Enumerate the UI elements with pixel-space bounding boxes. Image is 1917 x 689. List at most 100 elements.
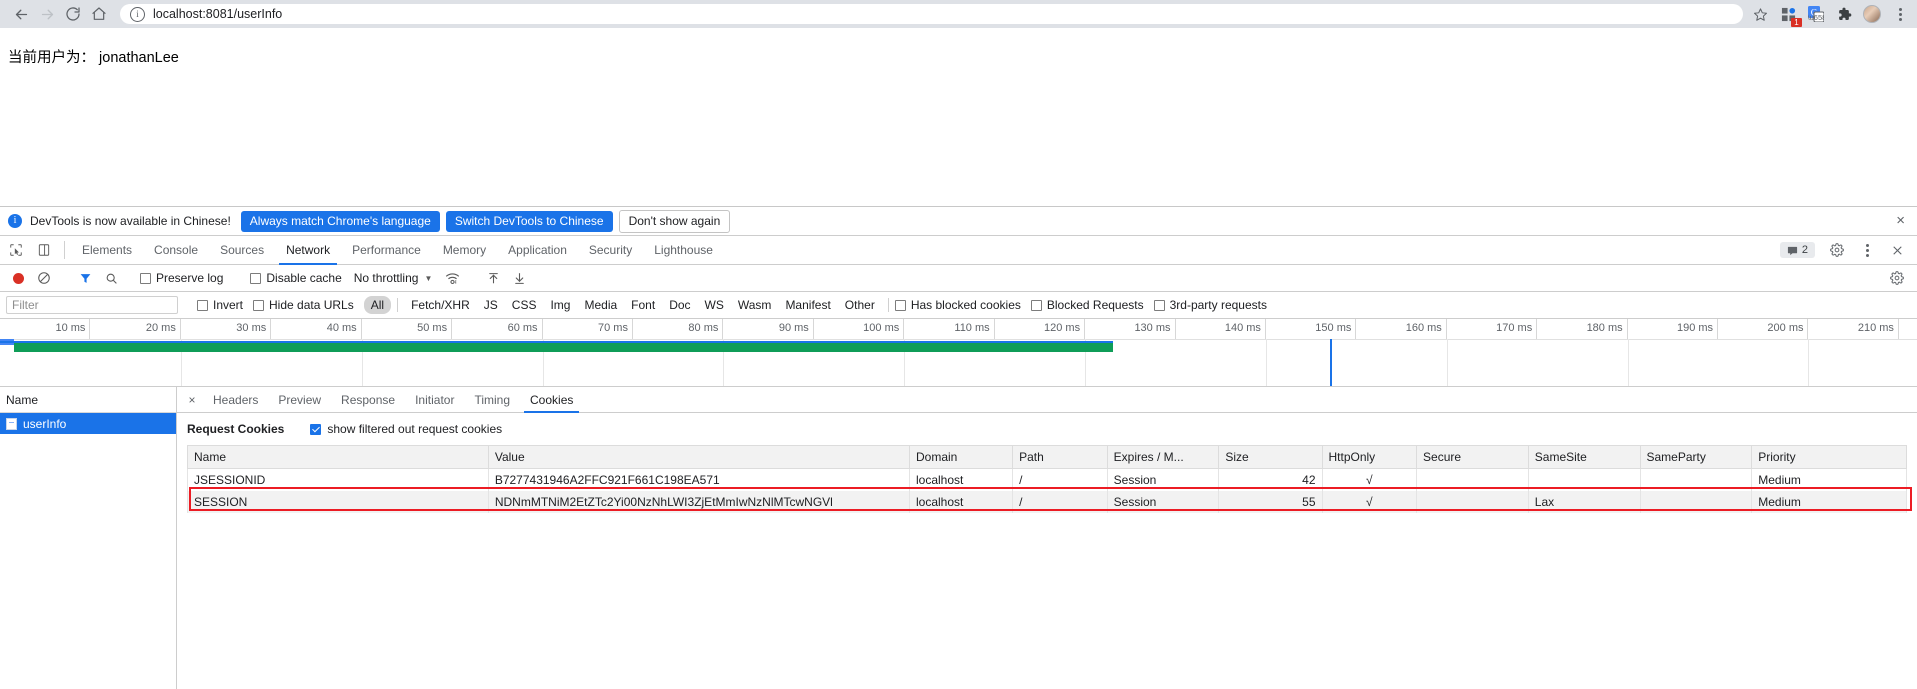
request-list-item-userinfo[interactable]: userInfo <box>0 413 176 434</box>
table-row[interactable]: SESSION NDNmMTNiM2EtZTc2Yi00NzNhLWI3ZjEt… <box>187 491 1907 513</box>
cell-sameparty <box>1639 468 1753 491</box>
import-har-icon[interactable] <box>481 267 505 289</box>
filter-type-img[interactable]: Img <box>543 296 577 314</box>
filter-funnel-icon[interactable] <box>73 267 97 289</box>
detail-tab-cookies[interactable]: Cookies <box>520 387 583 413</box>
cookies-pane: Request Cookies show filtered out reques… <box>177 413 1917 689</box>
filter-input[interactable] <box>6 296 178 314</box>
tab-memory[interactable]: Memory <box>432 236 497 264</box>
filter-type-fetch-xhr[interactable]: Fetch/XHR <box>404 296 477 314</box>
inspect-element-icon[interactable] <box>2 236 30 264</box>
column-size[interactable]: Size <box>1218 445 1323 469</box>
column-httponly[interactable]: HttpOnly <box>1321 445 1418 469</box>
request-detail-tabbar: × Headers Preview Response Initiator Tim… <box>177 387 1917 413</box>
bookmark-star-icon[interactable] <box>1749 3 1771 25</box>
filter-type-media[interactable]: Media <box>577 296 624 314</box>
puzzle-extensions-icon[interactable] <box>1835 5 1853 23</box>
record-button-icon[interactable] <box>6 267 30 289</box>
column-name[interactable]: Name <box>187 445 489 469</box>
invert-checkbox[interactable]: Invert <box>197 298 243 312</box>
filter-type-js[interactable]: JS <box>477 296 505 314</box>
switch-devtools-chinese-button[interactable]: Switch DevTools to Chinese <box>445 210 613 232</box>
throttling-select[interactable]: No throttling <box>354 271 419 285</box>
issues-counter[interactable]: 2 <box>1779 242 1815 258</box>
column-expires[interactable]: Expires / M... <box>1106 445 1220 469</box>
filter-type-wasm[interactable]: Wasm <box>731 296 779 314</box>
request-list-header-name[interactable]: Name <box>0 387 176 413</box>
more-options-icon[interactable] <box>1853 243 1881 257</box>
avatar[interactable] <box>1863 5 1881 23</box>
tab-console[interactable]: Console <box>143 236 209 264</box>
third-party-requests-checkbox[interactable]: 3rd-party requests <box>1153 298 1267 312</box>
hide-data-urls-checkbox[interactable]: Hide data URLs <box>253 298 354 312</box>
checkbox-box <box>894 299 906 311</box>
address-bar[interactable]: i localhost:8081/userInfo <box>120 4 1743 24</box>
filter-type-other[interactable]: Other <box>838 296 882 314</box>
back-arrow-icon[interactable] <box>8 1 34 27</box>
gear-icon[interactable] <box>1823 243 1851 257</box>
column-path[interactable]: Path <box>1012 445 1108 469</box>
column-priority[interactable]: Priority <box>1751 445 1907 469</box>
column-samesite[interactable]: SameSite <box>1527 445 1641 469</box>
tab-application[interactable]: Application <box>497 236 578 264</box>
detail-tab-timing[interactable]: Timing <box>464 387 520 412</box>
request-cookies-title: Request Cookies <box>187 422 285 436</box>
tab-security[interactable]: Security <box>578 236 643 264</box>
network-conditions-icon[interactable] <box>440 267 464 289</box>
network-settings-gear-icon[interactable] <box>1885 267 1909 289</box>
column-sameparty[interactable]: SameParty <box>1639 445 1753 469</box>
chevron-down-icon[interactable]: ▼ <box>424 274 432 283</box>
tab-elements[interactable]: Elements <box>71 236 143 264</box>
home-icon[interactable] <box>86 1 112 27</box>
tab-performance[interactable]: Performance <box>341 236 432 264</box>
export-har-icon[interactable] <box>507 267 531 289</box>
filter-type-doc[interactable]: Doc <box>662 296 697 314</box>
tab-sources[interactable]: Sources <box>209 236 275 264</box>
device-toolbar-icon[interactable] <box>30 236 58 264</box>
show-filtered-cookies-checkbox[interactable]: show filtered out request cookies <box>310 422 502 436</box>
detail-tab-initiator[interactable]: Initiator <box>405 387 464 412</box>
reload-icon[interactable] <box>60 1 86 27</box>
close-devtools-icon[interactable] <box>1883 244 1911 257</box>
filter-type-manifest[interactable]: Manifest <box>778 296 837 314</box>
devtools-language-infobar: i DevTools is now available in Chinese! … <box>0 207 1917 236</box>
close-detail-icon[interactable]: × <box>181 387 203 412</box>
detail-tab-response[interactable]: Response <box>331 387 405 412</box>
always-match-language-button[interactable]: Always match Chrome's language <box>240 210 440 232</box>
filter-type-font[interactable]: Font <box>624 296 662 314</box>
column-domain[interactable]: Domain <box>908 445 1014 469</box>
site-info-icon[interactable]: i <box>130 6 145 22</box>
has-blocked-cookies-checkbox[interactable]: Has blocked cookies <box>894 298 1021 312</box>
browser-toolbar: i localhost:8081/userInfo 1 G\u6587 <box>0 0 1917 28</box>
google-translate-icon[interactable]: G\u6587 <box>1807 5 1825 23</box>
forward-arrow-icon[interactable] <box>34 1 60 27</box>
request-cookies-table: Name Value Domain Path Expires / M... Si… <box>187 445 1907 513</box>
detail-tab-headers[interactable]: Headers <box>203 387 268 412</box>
cell-expires: Session <box>1106 468 1220 491</box>
close-icon[interactable]: × <box>1892 213 1909 228</box>
extension-grid-icon[interactable]: 1 <box>1779 5 1802 27</box>
request-list: Name userInfo <box>0 387 177 689</box>
detail-tab-preview[interactable]: Preview <box>268 387 331 412</box>
checkbox-box <box>197 299 208 311</box>
filter-type-ws[interactable]: WS <box>698 296 731 314</box>
column-value[interactable]: Value <box>487 445 910 469</box>
preserve-log-checkbox[interactable]: Preserve log <box>140 271 223 285</box>
search-icon[interactable] <box>99 267 123 289</box>
column-secure[interactable]: Secure <box>1416 445 1529 469</box>
tab-label: Console <box>154 243 199 257</box>
clear-icon[interactable] <box>32 267 56 289</box>
tab-lighthouse[interactable]: Lighthouse <box>643 236 724 264</box>
disable-cache-checkbox[interactable]: Disable cache <box>250 271 342 285</box>
tab-network[interactable]: Network <box>275 236 341 265</box>
filter-type-css[interactable]: CSS <box>505 296 544 314</box>
table-row[interactable]: JSESSIONID B7277431946A2FFC921F661C198EA… <box>187 468 1907 491</box>
blocked-requests-checkbox[interactable]: Blocked Requests <box>1030 298 1144 312</box>
cell-secure <box>1416 468 1529 491</box>
dont-show-again-button[interactable]: Don't show again <box>618 209 731 233</box>
filter-type-all[interactable]: All <box>363 296 392 314</box>
cell-path: / <box>1012 491 1108 513</box>
three-dot-menu-icon[interactable] <box>1891 5 1909 23</box>
network-timeline-overview[interactable]: 10 ms 20 ms 30 ms 40 ms 50 ms 60 ms 70 ms 80 ms… <box>0 319 1917 387</box>
tab-label: Performance <box>352 243 421 257</box>
